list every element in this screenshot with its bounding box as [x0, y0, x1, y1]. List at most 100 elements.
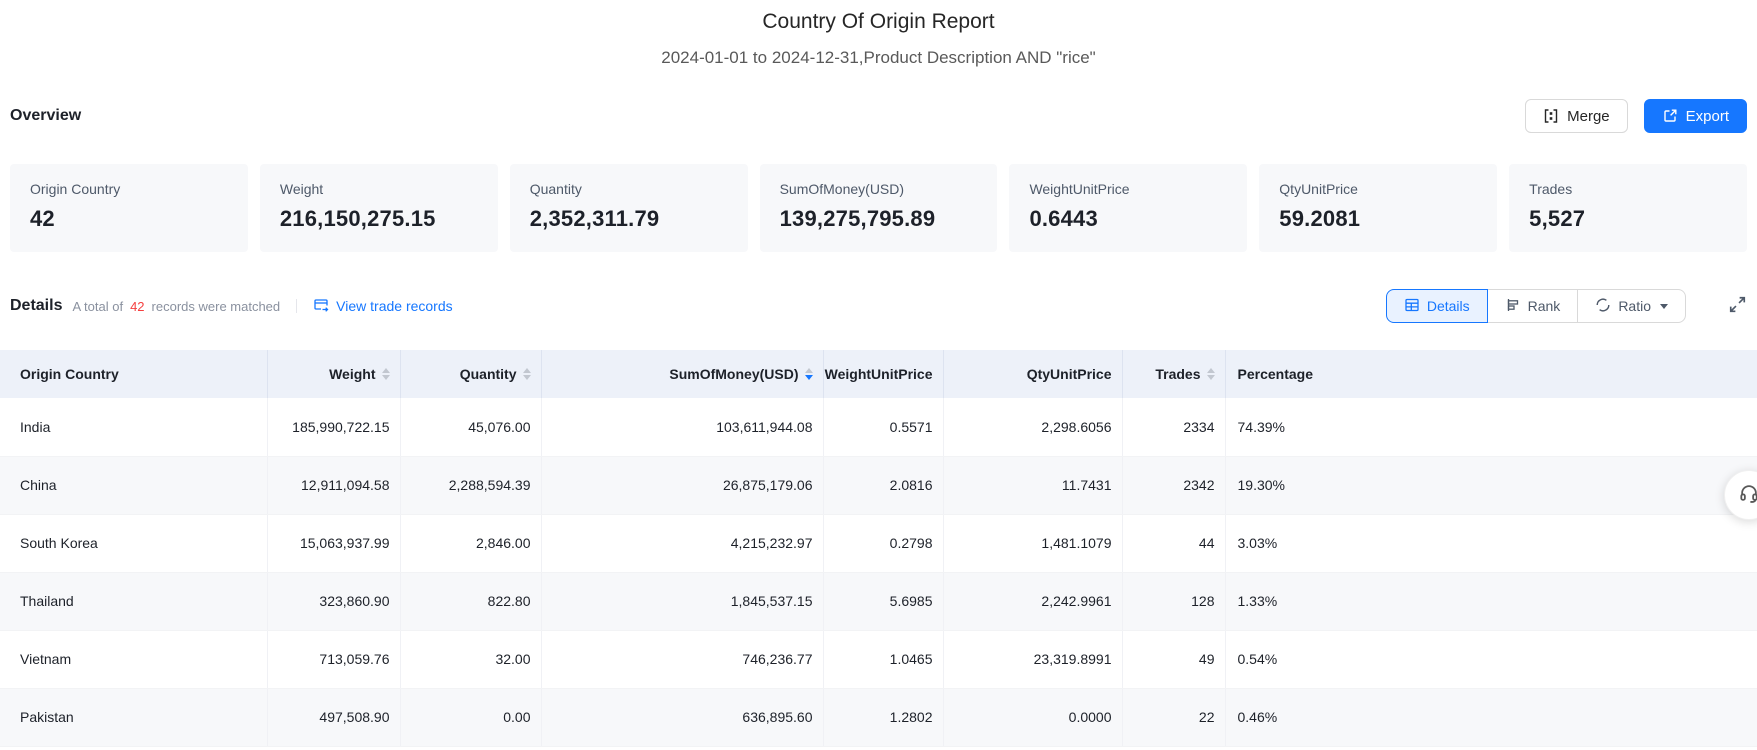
cell-origin-country: South Korea — [0, 514, 268, 573]
tab-ratio[interactable]: Ratio — [1577, 289, 1686, 323]
cell-weight: 323,860.90 — [267, 572, 401, 631]
cell-sumofmoney-usd: 103,611,944.08 — [541, 398, 824, 457]
rank-bars-icon — [1505, 297, 1521, 316]
export-button[interactable]: Export — [1643, 99, 1747, 133]
sort-carets-icon — [381, 368, 390, 380]
view-trade-records-link[interactable]: View trade records — [313, 297, 453, 316]
column-header-label: Quantity — [459, 366, 517, 382]
export-button-label: Export — [1685, 107, 1729, 125]
cell-qtyunitprice: 2,242.9961 — [943, 572, 1123, 631]
details-heading: Details — [10, 297, 63, 314]
cell-weight: 15,063,937.99 — [267, 514, 401, 573]
cell-quantity: 0.00 — [400, 688, 542, 747]
cell-trades: 49 — [1122, 630, 1226, 689]
sort-carets-icon — [804, 368, 813, 380]
page-title: Country Of Origin Report — [762, 10, 995, 33]
cell-weightunitprice: 2.0816 — [823, 456, 944, 515]
export-icon — [1662, 108, 1678, 124]
matched-records-prefix: A total of — [72, 298, 124, 314]
column-header-qtyunitprice: QtyUnitPrice — [943, 350, 1123, 398]
cell-percentage: 74.39% — [1225, 398, 1757, 457]
cell-quantity: 45,076.00 — [400, 398, 542, 457]
details-bar: Details A total of 42 records were match… — [10, 288, 1747, 324]
cell-weight: 185,990,722.15 — [267, 398, 401, 457]
matched-records-suffix: records were matched — [151, 298, 281, 314]
column-header-label: QtyUnitPrice — [1026, 366, 1112, 382]
view-switcher: Details Rank Ratio — [1385, 289, 1686, 323]
cell-trades: 22 — [1122, 688, 1226, 747]
cell-trades: 44 — [1122, 514, 1226, 573]
column-header-quantity[interactable]: Quantity — [400, 350, 542, 398]
cell-qtyunitprice: 11.7431 — [943, 456, 1123, 515]
tab-rank-label: Rank — [1527, 298, 1561, 314]
report-subtitle: 2024-01-01 to 2024-12-31,Product Descrip… — [661, 48, 1096, 67]
cell-percentage: 0.46% — [1225, 688, 1757, 747]
cell-qtyunitprice: 0.0000 — [943, 688, 1123, 747]
fullscreen-expand-icon — [1728, 295, 1747, 317]
cell-percentage: 1.33% — [1225, 572, 1757, 631]
overview-heading: Overview — [10, 107, 82, 124]
tab-rank[interactable]: Rank — [1486, 289, 1579, 323]
stat-card-sumofmoney-usd: SumOfMoney(USD) 139,275,795.89 — [759, 164, 998, 252]
sort-carets-icon — [522, 368, 531, 380]
cell-origin-country: China — [0, 456, 268, 515]
stat-card-label: Weight — [279, 181, 324, 197]
stat-card-value: 139,275,795.89 — [779, 206, 936, 231]
cell-sumofmoney-usd: 1,845,537.15 — [541, 572, 824, 631]
stat-card-label: Origin Country — [30, 181, 121, 197]
column-header-label: Trades — [1155, 366, 1201, 382]
stat-card-value: 216,150,275.15 — [279, 206, 436, 231]
vertical-divider — [296, 299, 298, 313]
table-head: Origin Country Weight Quantity SumOfMoney(U… — [0, 350, 1757, 398]
cell-trades: 128 — [1122, 572, 1226, 631]
headset-icon — [1738, 482, 1757, 509]
overview-cards: Origin Country 42 Weight 216,150,275.15 Quan… — [10, 164, 1748, 252]
stat-card-qtyunitprice: QtyUnitPrice 59.2081 — [1259, 164, 1498, 252]
column-header-label: Weight — [329, 366, 376, 382]
stat-card-trades: Trades 5,527 — [1509, 164, 1748, 252]
column-header-label: Percentage — [1237, 366, 1313, 382]
column-header-percentage: Percentage — [1225, 350, 1757, 398]
stat-card-value: 2,352,311.79 — [529, 206, 660, 231]
tab-details[interactable]: Details — [1385, 289, 1488, 323]
column-header-trades[interactable]: Trades — [1122, 350, 1226, 398]
stat-card-value: 59.2081 — [1279, 206, 1361, 231]
cell-quantity: 2,846.00 — [400, 514, 542, 573]
merge-button[interactable]: Merge — [1525, 99, 1628, 133]
view-trade-records-label: View trade records — [336, 298, 453, 314]
cell-origin-country: Pakistan — [0, 688, 268, 747]
merge-cells-icon — [1543, 108, 1559, 124]
cell-qtyunitprice: 2,298.6056 — [943, 398, 1123, 457]
cell-origin-country: Vietnam — [0, 630, 268, 689]
tab-details-label: Details — [1426, 298, 1470, 314]
cell-trades: 2342 — [1122, 456, 1226, 515]
cell-weight: 497,508.90 — [267, 688, 401, 747]
merge-button-label: Merge — [1567, 107, 1610, 125]
cell-sumofmoney-usd: 26,875,179.06 — [541, 456, 824, 515]
cell-quantity: 2,288,594.39 — [400, 456, 542, 515]
overview-actions: Merge Export — [1525, 99, 1747, 133]
table-body: India 185,990,722.15 45,076.00 103,611,944.… — [0, 398, 1757, 747]
column-header-weight[interactable]: Weight — [267, 350, 401, 398]
fullscreen-button[interactable] — [1728, 295, 1747, 317]
cell-quantity: 32.00 — [400, 630, 542, 689]
cell-trades: 2334 — [1122, 398, 1226, 457]
details-table: Origin Country Weight Quantity SumOfMoney(U… — [0, 350, 1757, 747]
table-row-india: India 185,990,722.15 45,076.00 103,611,944.… — [0, 398, 1757, 457]
chevron-down-icon — [1660, 303, 1668, 309]
cell-weightunitprice: 5.6985 — [823, 572, 944, 631]
tab-ratio-label: Ratio — [1618, 298, 1651, 314]
stat-card-weightunitprice: WeightUnitPrice 0.6443 — [1009, 164, 1248, 252]
cell-origin-country: Thailand — [0, 572, 268, 631]
cell-quantity: 822.80 — [400, 572, 542, 631]
column-header-label: WeightUnitPrice — [824, 366, 933, 382]
column-header-sumofmoney-usd[interactable]: SumOfMoney(USD) — [541, 350, 824, 398]
table-header-row: Origin Country Weight Quantity SumOfMoney(U… — [0, 350, 1757, 398]
column-header-origin-country: Origin Country — [0, 350, 268, 398]
column-header-label: SumOfMoney(USD) — [669, 366, 799, 382]
table-row-china: China 12,911,094.58 2,288,594.39 26,875,179… — [0, 456, 1757, 515]
cell-weightunitprice: 0.2798 — [823, 514, 944, 573]
stat-card-label: WeightUnitPrice — [1029, 181, 1130, 197]
table-row-pakistan: Pakistan 497,508.90 0.00 636,895.60 1.2802 0.… — [0, 688, 1757, 747]
cell-sumofmoney-usd: 4,215,232.97 — [541, 514, 824, 573]
